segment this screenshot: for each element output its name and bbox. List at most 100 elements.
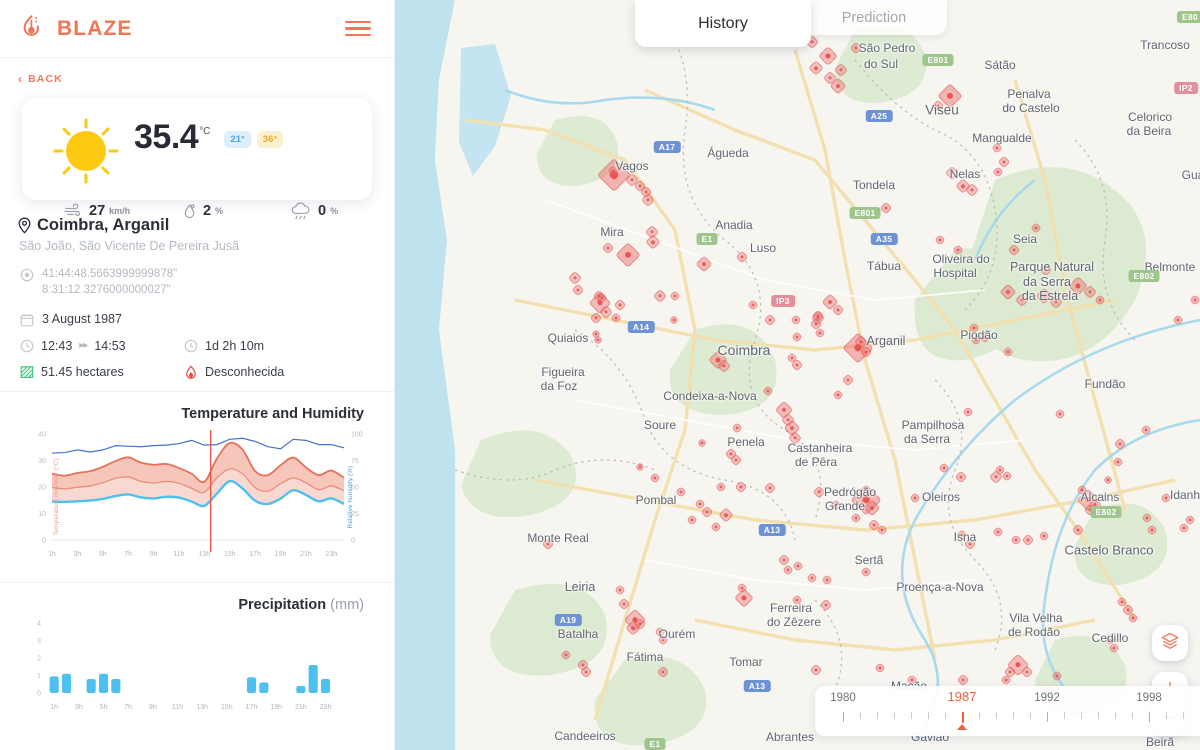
timeline-tick[interactable] — [911, 712, 912, 719]
timeline-tick[interactable] — [1166, 712, 1167, 719]
brand-name: BLAZE — [57, 16, 133, 40]
svg-text:17h: 17h — [249, 551, 261, 558]
time-end: 14:53 — [94, 338, 126, 353]
timeline-tick[interactable] — [860, 712, 861, 719]
timeline-tick[interactable] — [1064, 712, 1065, 719]
tab-history[interactable]: History — [635, 0, 811, 47]
brand-logo[interactable]: BLAZE — [18, 12, 133, 45]
timeline-tick[interactable] — [1047, 712, 1048, 722]
svg-text:2: 2 — [37, 656, 41, 663]
timeline-tick[interactable] — [945, 712, 946, 719]
details-panel: BLAZE ‹ BACK 35.4 °C 21° 36° 27 km/h 2 %… — [0, 0, 395, 750]
coordinates-row: 41:44:48.5663999999878" 8:31:12.32760000… — [20, 267, 376, 298]
app-header: BLAZE — [0, 0, 394, 58]
svg-text:13h: 13h — [196, 704, 208, 711]
svg-text:40: 40 — [38, 432, 46, 439]
svg-text:7h: 7h — [124, 704, 132, 711]
map-mode-tabs: History Prediction — [635, 0, 947, 47]
road-badge: A13 — [743, 680, 771, 692]
svg-text:15h: 15h — [221, 704, 233, 711]
area-row: 51.45 hectares Desconhecida — [20, 364, 376, 380]
fire-cause: Desconhecida — [205, 365, 285, 380]
back-button[interactable]: ‹ BACK — [18, 73, 63, 85]
timeline-tick[interactable] — [1149, 712, 1150, 722]
timeline-tick[interactable] — [877, 712, 878, 719]
latitude-value: 41:44:48.5663999999878" — [42, 268, 178, 280]
max-temp-badge: 36° — [256, 131, 284, 148]
road-badge: A13 — [758, 524, 786, 536]
timeline-year[interactable]: 1980 — [830, 692, 856, 704]
flame-thermometer-icon — [18, 12, 46, 45]
map-pin-icon — [18, 217, 31, 234]
precipitation-stat: 0 % — [290, 202, 338, 220]
timeline-tick[interactable] — [843, 712, 844, 722]
svg-text:21h: 21h — [300, 551, 312, 558]
timeline-ticks — [815, 712, 1200, 730]
min-temp-badge: 21° — [224, 131, 251, 148]
svg-text:23h: 23h — [320, 704, 332, 711]
chevron-left-icon: ‹ — [18, 72, 24, 86]
longitude-value: 8:31:12.3276000000027" — [42, 283, 171, 296]
svg-text:9h: 9h — [149, 704, 157, 711]
svg-text:20: 20 — [38, 485, 46, 492]
timeline-tick[interactable] — [928, 712, 929, 719]
wind-stat: 27 km/h — [64, 203, 182, 219]
timeline-tick[interactable] — [1115, 712, 1116, 719]
temperature-y-axis-label: Temperature min/max (°C) — [53, 458, 61, 536]
timeline-tick[interactable] — [894, 712, 895, 719]
svg-text:15h: 15h — [224, 551, 236, 558]
timeline-tick[interactable] — [962, 712, 964, 723]
timeline-selected-year[interactable]: 1987 — [948, 689, 977, 704]
timeline-tick[interactable] — [996, 712, 997, 719]
timeline-tick[interactable] — [1098, 712, 1099, 719]
sun-icon — [38, 112, 134, 188]
precipitation-value: 0 — [318, 203, 327, 219]
timeline-year[interactable]: 1992 — [1034, 692, 1060, 704]
road-badge: A19 — [554, 614, 582, 626]
year-timeline-slider[interactable]: 1980198719921998200420102016 — [815, 686, 1200, 736]
svg-text:9h: 9h — [150, 551, 158, 558]
road-badge: E801 — [922, 54, 954, 66]
burned-area: 51.45 hectares — [41, 364, 124, 379]
svg-text:21h: 21h — [295, 704, 307, 711]
svg-text:0: 0 — [37, 691, 41, 698]
back-row: ‹ BACK — [0, 58, 394, 92]
svg-text:0: 0 — [42, 538, 46, 545]
svg-text:19h: 19h — [275, 551, 287, 558]
road-badge: E802 — [1128, 270, 1160, 282]
duration-value: 1d 2h 10m — [205, 338, 265, 353]
precip-title-main: Precipitation — [238, 597, 327, 614]
road-badge: E1 — [696, 233, 718, 245]
timeline-tick[interactable] — [1081, 712, 1082, 719]
rain-cloud-icon — [290, 202, 312, 220]
timeline-tick[interactable] — [1132, 712, 1133, 719]
layers-icon — [1160, 631, 1180, 656]
map-layers-button[interactable] — [1152, 625, 1188, 661]
timeline-tick[interactable] — [979, 712, 980, 719]
menu-icon[interactable] — [342, 18, 374, 40]
timeline-tick[interactable] — [1030, 712, 1031, 719]
timeline-year[interactable]: 1998 — [1136, 692, 1162, 704]
timeline-handle[interactable] — [957, 724, 967, 730]
road-badge: E80 — [1176, 11, 1200, 23]
wind-value: 27 — [89, 203, 106, 219]
svg-text:100: 100 — [351, 432, 363, 439]
timeline-tick[interactable] — [1183, 712, 1184, 719]
svg-text:3: 3 — [37, 638, 41, 645]
humidity-unit: % — [215, 206, 224, 216]
wind-icon — [64, 203, 83, 219]
road-badge: A14 — [627, 321, 655, 333]
temperature-badges: 21° 36° — [224, 131, 284, 148]
svg-text:10: 10 — [38, 511, 46, 518]
svg-text:5h: 5h — [99, 551, 107, 558]
svg-text:11h: 11h — [172, 704, 183, 711]
fast-forward-icon: ▸▸ — [79, 340, 88, 352]
tab-prediction[interactable]: Prediction — [801, 0, 947, 35]
temperature-chart-title: Temperature and Humidity — [181, 406, 364, 423]
svg-text:1: 1 — [37, 673, 41, 680]
precipitation-chart: 0 1 2 3 4 1h 3h 5h 7h 9h 11h 13h 15h 17h 19h 21h 23h — [14, 613, 378, 718]
fire-history-map[interactable]: São Pedro do Sul Sátão Trancoso Penalva do Ca… — [395, 0, 1200, 750]
timeline-tick[interactable] — [1013, 712, 1014, 719]
target-icon — [20, 267, 34, 282]
svg-text:7h: 7h — [124, 551, 132, 558]
